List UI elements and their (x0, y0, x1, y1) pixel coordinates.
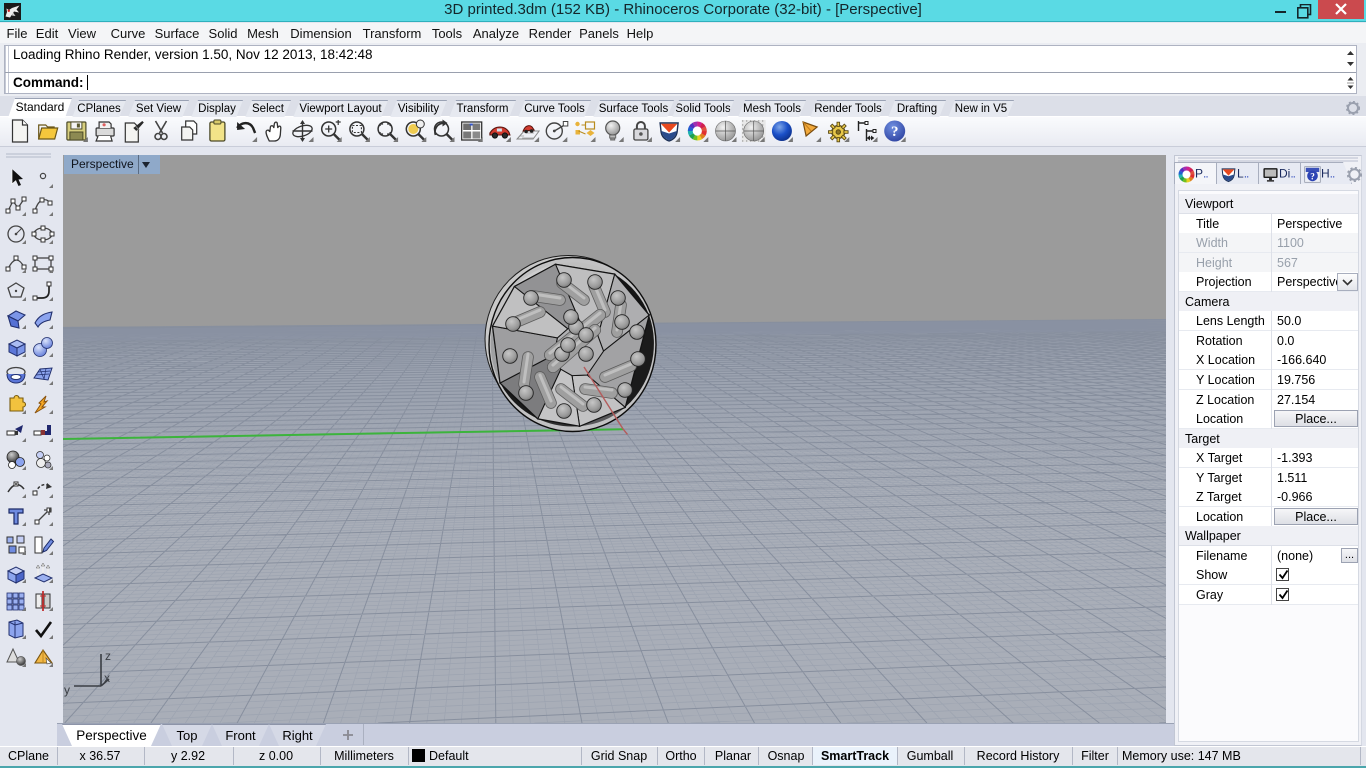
svg-text:z: z (105, 649, 111, 663)
svg-text:?: ? (891, 124, 899, 140)
svg-text:?: ? (1310, 172, 1315, 182)
svg-text:x: x (104, 671, 110, 685)
svg-text:y: y (64, 683, 70, 697)
